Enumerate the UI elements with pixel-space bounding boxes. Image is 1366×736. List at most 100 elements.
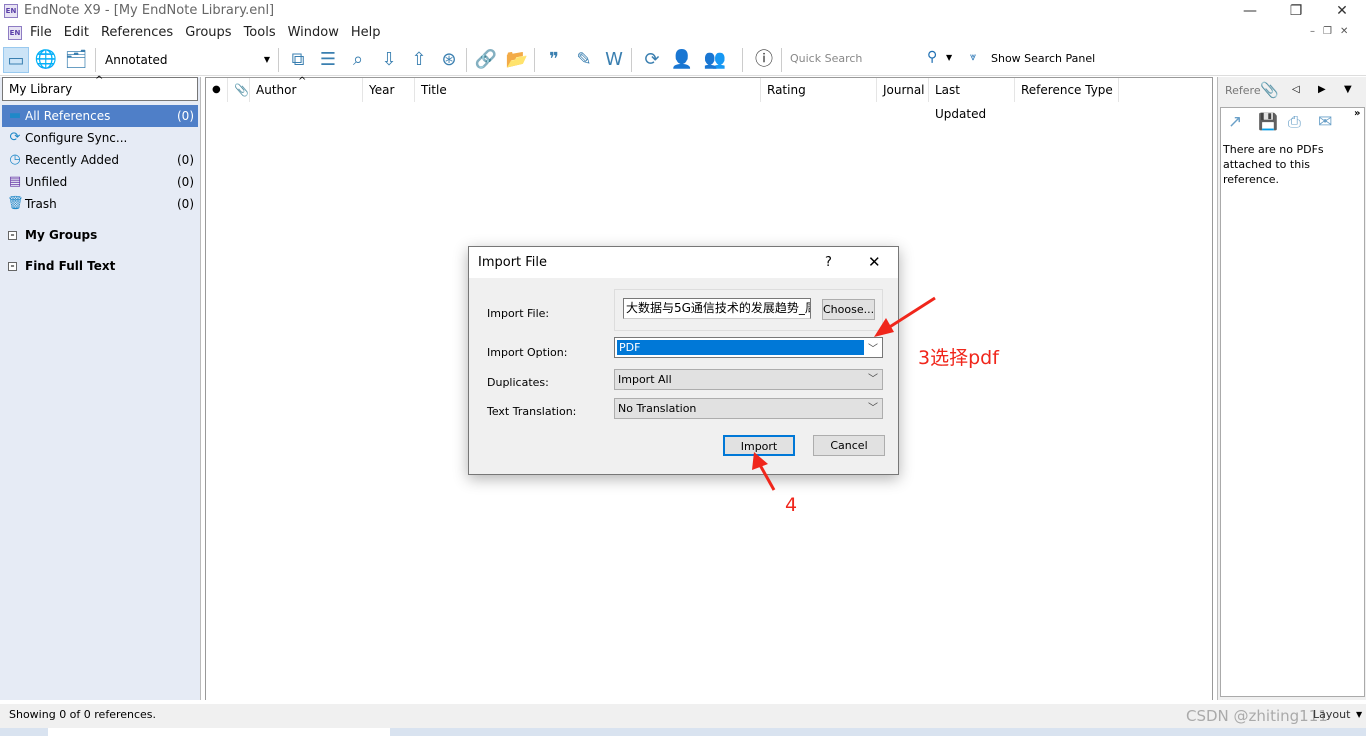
read-status-column-icon[interactable]: ●: [206, 78, 228, 102]
sidebar-item-unfiled[interactable]: ▤ Unfiled (0): [2, 171, 198, 193]
watermark: CSDN @zhiting111: [1186, 707, 1328, 725]
menu-edit[interactable]: Edit: [58, 22, 95, 43]
menu-window[interactable]: Window: [282, 22, 345, 43]
style-select[interactable]: Annotated ▼: [100, 50, 272, 70]
overflow-icon[interactable]: »: [1354, 108, 1360, 119]
print-icon[interactable]: ⎙: [1288, 112, 1301, 132]
save-icon[interactable]: 💾: [1258, 112, 1278, 131]
group-header-my-groups[interactable]: – My Groups: [8, 228, 97, 242]
collapse-icon[interactable]: –: [8, 262, 17, 271]
menu-file[interactable]: File: [24, 22, 58, 43]
share-group-icon[interactable]: 👥: [702, 47, 728, 73]
import-file-dialog: Import File ? ✕ Import File: 大数据与5G通信技术的…: [468, 246, 899, 475]
menu-tools[interactable]: Tools: [238, 22, 282, 43]
status-bar: Showing 0 of 0 references. CSDN @zhiting…: [0, 704, 1366, 728]
chevron-down-icon: ﹀: [868, 374, 878, 385]
panel-menu-icon[interactable]: ▼: [1344, 84, 1352, 95]
open-folder-icon[interactable]: 📂: [504, 47, 530, 73]
dialog-title: Import File: [478, 255, 548, 270]
layout-dropdown-icon[interactable]: ▼: [1356, 704, 1362, 726]
dialog-title-bar: Import File ? ✕: [469, 247, 898, 278]
word-icon[interactable]: W: [601, 47, 627, 73]
sidebar-item-recently-added[interactable]: ◷ Recently Added (0): [2, 149, 198, 171]
annotation-step-4: 4: [785, 494, 798, 516]
search-icon[interactable]: ⚲: [927, 49, 937, 65]
insert-citation-icon[interactable]: ❞: [541, 47, 567, 73]
import-button[interactable]: Import: [723, 435, 795, 456]
link-icon[interactable]: 🔗: [473, 47, 499, 73]
trash-icon: 🗑: [7, 196, 24, 211]
close-icon[interactable]: ✕: [1319, 0, 1365, 22]
help-icon[interactable]: ⓘ: [751, 47, 777, 73]
local-library-icon[interactable]: ▭: [3, 47, 29, 73]
menu-help[interactable]: Help: [345, 22, 387, 43]
sidebar-item-label: All References: [25, 109, 111, 123]
translation-value: No Translation: [618, 402, 697, 415]
find-pdf-icon[interactable]: ⊛: [436, 47, 462, 73]
format-bibliography-icon[interactable]: ✎: [571, 47, 597, 73]
import-icon[interactable]: ⇩: [376, 47, 402, 73]
choose-button[interactable]: Choose...: [822, 299, 875, 320]
group-header-find-full-text[interactable]: – Find Full Text: [8, 259, 115, 273]
duplicates-label: Duplicates:: [487, 376, 549, 389]
restore-icon[interactable]: ❐: [1273, 0, 1319, 22]
export-icon[interactable]: ⇧: [406, 47, 432, 73]
search-dropdown-icon[interactable]: ▼: [946, 53, 952, 62]
sidebar-item-all-references[interactable]: ▬ All References (0): [2, 105, 198, 127]
cancel-button[interactable]: Cancel: [813, 435, 885, 456]
sidebar-item-trash[interactable]: 🗑 Trash (0): [2, 193, 198, 215]
import-option-label: Import Option:: [487, 346, 568, 359]
column-journal[interactable]: Journal: [877, 78, 929, 102]
column-reference-type[interactable]: Reference Type: [1015, 78, 1119, 102]
app-logo: EN: [8, 26, 22, 40]
open-external-icon[interactable]: ↗: [1228, 112, 1242, 132]
next-icon[interactable]: ▶: [1318, 84, 1326, 95]
sidebar-item-count: (0): [177, 109, 194, 123]
import-option-value: PDF: [617, 340, 864, 355]
sidebar-item-label: Trash: [25, 197, 57, 211]
share-user-icon[interactable]: 👤: [669, 47, 695, 73]
sidebar-item-label: Configure Sync...: [25, 131, 128, 145]
quick-search-input[interactable]: Quick Search: [790, 52, 920, 65]
sidebar-item-configure-sync[interactable]: ⟳ Configure Sync...: [2, 127, 198, 149]
import-option-select[interactable]: PDF ﹀: [614, 337, 883, 358]
email-icon[interactable]: ✉: [1318, 112, 1332, 132]
menu-references[interactable]: References: [95, 22, 179, 43]
help-button[interactable]: ?: [825, 247, 832, 278]
attachment-icon[interactable]: 📎: [1260, 81, 1279, 99]
sync-icon: ⟳: [9, 130, 21, 145]
menu-groups[interactable]: Groups: [179, 22, 237, 43]
integrated-library-icon[interactable]: 🗂: [63, 47, 89, 73]
title-bar: EN EndNote X9 - [My EndNote Library.enl]…: [0, 0, 1366, 22]
toolbar: ▭ 🌐 🗂 Annotated ▼ ⧉ ☰ ⌕ ⇩ ⇧ ⊛ 🔗 📂 ❞ ✎ W ⟳…: [0, 43, 1366, 76]
taskbar: [0, 728, 1366, 736]
column-year[interactable]: Year: [363, 78, 415, 102]
attachment-column-icon[interactable]: 📎: [228, 78, 250, 102]
previous-icon[interactable]: ◁: [1292, 84, 1300, 95]
minimize-icon[interactable]: —: [1227, 0, 1273, 22]
chevron-double-down-icon[interactable]: ⩔: [970, 50, 976, 64]
new-reference-icon[interactable]: ☰: [315, 47, 341, 73]
no-pdf-message: There are no PDFs attached to this refer…: [1223, 143, 1324, 186]
online-search-globe-icon[interactable]: ⌕: [345, 47, 371, 73]
online-search-icon[interactable]: 🌐: [33, 47, 59, 73]
close-icon[interactable]: ✕: [868, 247, 881, 278]
app-logo: EN: [4, 4, 18, 18]
sync-icon[interactable]: ⟳: [639, 47, 665, 73]
duplicates-select[interactable]: Import All ﹀: [614, 369, 883, 390]
clock-icon: ◷: [9, 152, 21, 167]
layout-button[interactable]: Layout: [1313, 704, 1350, 726]
import-file-input[interactable]: 大数据与5G通信技术的发展趋势_周: [623, 298, 811, 319]
tab-reference[interactable]: Refere: [1225, 84, 1261, 97]
column-last-updated[interactable]: Last Updated: [929, 78, 1015, 121]
column-title[interactable]: Title: [415, 78, 761, 102]
collapse-icon[interactable]: –: [8, 231, 17, 240]
text-translation-select[interactable]: No Translation ﹀: [614, 398, 883, 419]
my-library-header[interactable]: My Library ^: [2, 75, 198, 101]
column-rating[interactable]: Rating: [761, 78, 877, 102]
column-author[interactable]: Author ^: [250, 76, 363, 102]
unfiled-icon: ▤: [8, 174, 22, 189]
show-search-panel-button[interactable]: Show Search Panel: [991, 52, 1095, 65]
sidebar-item-count: (0): [177, 153, 194, 167]
mdi-controls[interactable]: –❐✕: [1310, 26, 1356, 37]
